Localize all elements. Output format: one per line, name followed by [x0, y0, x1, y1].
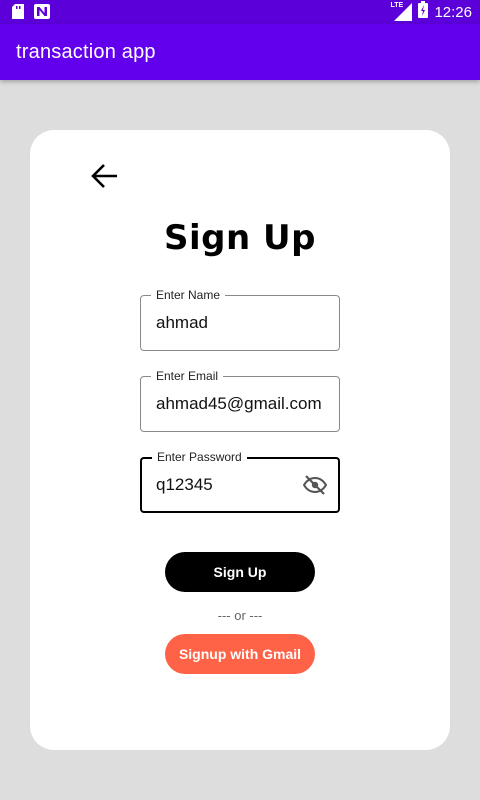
app-bar: transaction app — [0, 24, 480, 80]
sd-card-icon — [12, 4, 24, 24]
back-arrow-icon[interactable] — [88, 160, 120, 192]
password-field[interactable]: Enter Password q12345 — [140, 449, 340, 513]
name-field-value[interactable]: ahmad — [156, 313, 208, 333]
gmail-signup-button[interactable]: Signup with Gmail — [165, 634, 315, 674]
app-title: transaction app — [16, 41, 156, 63]
or-divider: --- or --- — [217, 608, 263, 623]
signup-button[interactable]: Sign Up — [165, 552, 315, 592]
signal-icon: LTE — [390, 2, 413, 21]
status-bar: LTE 12:26 — [0, 0, 480, 24]
battery-icon — [418, 1, 429, 23]
name-field-label: Enter Name — [151, 287, 226, 303]
n-notification-icon — [34, 4, 50, 24]
visibility-off-icon[interactable] — [302, 473, 328, 497]
email-field-label: Enter Email — [151, 368, 224, 384]
clock: 12:26 — [434, 3, 472, 21]
email-field[interactable]: Enter Email ahmad45@gmail.com — [140, 368, 340, 432]
signup-card: Sign Up Enter Name ahmad Enter Email ahm… — [30, 130, 450, 750]
email-field-value[interactable]: ahmad45@gmail.com — [156, 394, 322, 414]
page-title: Sign Up — [164, 218, 316, 258]
password-field-label: Enter Password — [152, 449, 247, 465]
name-field[interactable]: Enter Name ahmad — [140, 287, 340, 351]
network-type-label: LTE — [390, 2, 404, 9]
password-field-value[interactable]: q12345 — [156, 475, 213, 495]
